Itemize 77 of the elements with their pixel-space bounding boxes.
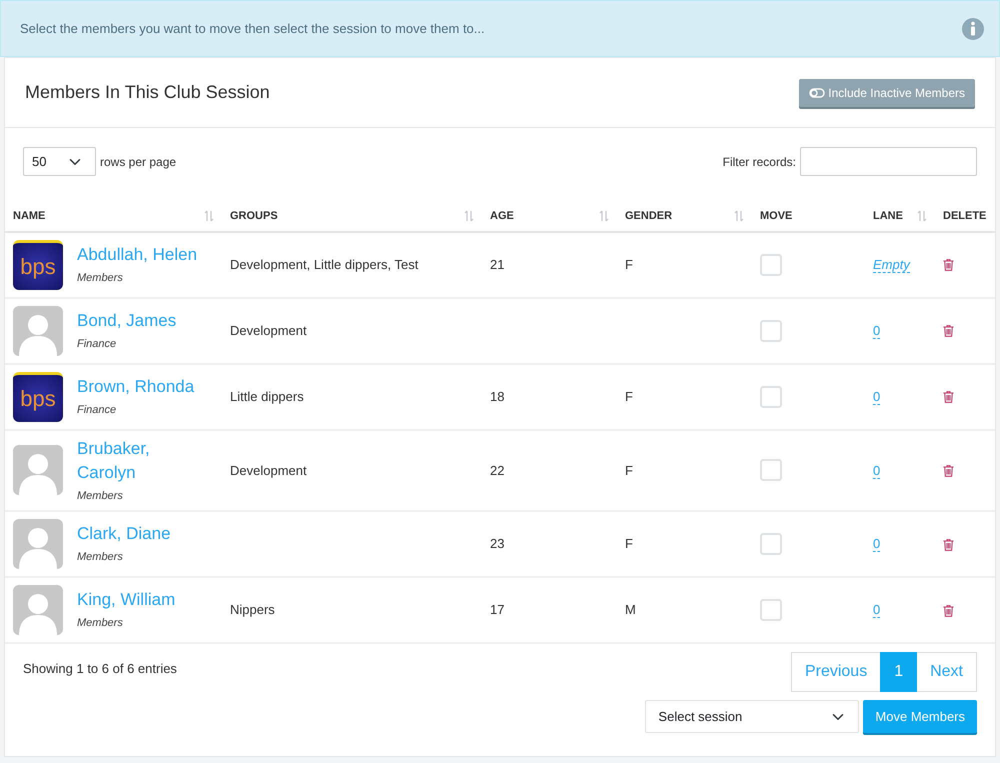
filter-label: Filter records:: [722, 154, 796, 170]
column-header: MOVE: [760, 209, 792, 224]
rows-per-page-label: rows per page: [100, 154, 176, 170]
age-cell: 22: [490, 462, 504, 478]
sort-icon[interactable]: [599, 210, 609, 222]
lane-link[interactable]: 0: [873, 322, 880, 339]
groups-cell: Development: [230, 322, 307, 338]
gender-cell: F: [625, 462, 633, 478]
move-checkbox[interactable]: [760, 320, 782, 342]
member-role: Finance: [77, 402, 116, 418]
member-name-link[interactable]: King, William: [77, 588, 176, 612]
move-checkbox[interactable]: [760, 386, 782, 408]
avatar-silhouette-icon: [13, 306, 63, 356]
groups-cell: Nippers: [230, 602, 275, 618]
trash-icon[interactable]: [943, 538, 954, 551]
avatar-silhouette-icon: [13, 445, 63, 496]
gender-cell: F: [625, 388, 633, 404]
column-header[interactable]: GENDER: [625, 208, 672, 224]
member-name-link[interactable]: Abdullah, Helen: [77, 242, 198, 267]
filter-input[interactable]: [800, 147, 977, 176]
gender-cell: M: [625, 602, 636, 618]
move-checkbox[interactable]: [760, 533, 782, 555]
member-role: Finance: [77, 336, 116, 352]
sort-icon[interactable]: [734, 210, 744, 222]
member-role: Members: [77, 616, 123, 632]
trash-icon[interactable]: [943, 604, 954, 617]
column-header: DELETE: [943, 209, 986, 224]
trash-icon[interactable]: [943, 325, 954, 338]
gender-cell: F: [625, 536, 633, 552]
age-cell: 23: [490, 536, 504, 552]
column-header[interactable]: GROUPS: [230, 208, 278, 224]
card-title: Members In This Club Session: [25, 81, 270, 104]
lane-link[interactable]: Empty: [873, 256, 910, 273]
column-header[interactable]: AGE: [490, 208, 514, 224]
member-role: Members: [77, 550, 123, 566]
member-role: Members: [77, 488, 123, 504]
sort-icon[interactable]: [464, 210, 474, 222]
groups-cell: Development, Little dippers, Test: [230, 256, 418, 272]
lane-link[interactable]: 0: [873, 462, 880, 478]
column-header[interactable]: LANE: [873, 208, 903, 224]
alert-text: Select the members you want to move then select the session to move them to...: [20, 20, 485, 38]
gender-cell: F: [625, 256, 633, 272]
groups-cell: Little dippers: [230, 388, 304, 404]
entries-info: Showing 1 to 6 of 6 entries: [23, 660, 177, 678]
member-name-link[interactable]: Brubaker, Carolyn: [77, 436, 205, 484]
toggle-icon: [809, 88, 826, 98]
page-link[interactable]: Next: [916, 652, 977, 692]
move-checkbox[interactable]: [760, 254, 782, 276]
member-name-link[interactable]: Bond, James: [77, 308, 176, 333]
member-role: Members: [77, 270, 123, 286]
lane-link[interactable]: 0: [873, 602, 880, 618]
trash-icon[interactable]: [943, 465, 954, 478]
rows-per-page-select[interactable]: 50: [23, 147, 96, 176]
groups-cell: Development: [230, 462, 307, 478]
page-link[interactable]: 1: [880, 652, 918, 692]
trash-icon[interactable]: [943, 391, 954, 404]
info-icon: [961, 16, 985, 40]
session-select[interactable]: Select session: [645, 700, 860, 733]
lane-link[interactable]: 0: [873, 536, 880, 552]
move-checkbox[interactable]: [760, 599, 782, 621]
member-name-link[interactable]: Brown, Rhonda: [77, 374, 194, 399]
page-link[interactable]: Previous: [790, 652, 882, 692]
age-cell: 17: [490, 602, 504, 618]
column-header[interactable]: NAME: [13, 208, 46, 224]
age-cell: 21: [490, 256, 504, 272]
move-checkbox[interactable]: [760, 459, 782, 482]
sort-icon[interactable]: [204, 210, 214, 222]
sort-icon[interactable]: [917, 210, 927, 222]
age-cell: 18: [490, 388, 504, 404]
move-members-button[interactable]: Move Members: [863, 700, 977, 733]
logo-avatar: bps: [13, 240, 63, 290]
trash-icon[interactable]: [943, 259, 954, 272]
avatar-silhouette-icon: [13, 585, 63, 635]
lane-link[interactable]: 0: [873, 388, 880, 405]
logo-avatar: bps: [13, 372, 63, 422]
member-name-link[interactable]: Clark, Diane: [77, 522, 171, 546]
avatar-silhouette-icon: [13, 519, 63, 569]
